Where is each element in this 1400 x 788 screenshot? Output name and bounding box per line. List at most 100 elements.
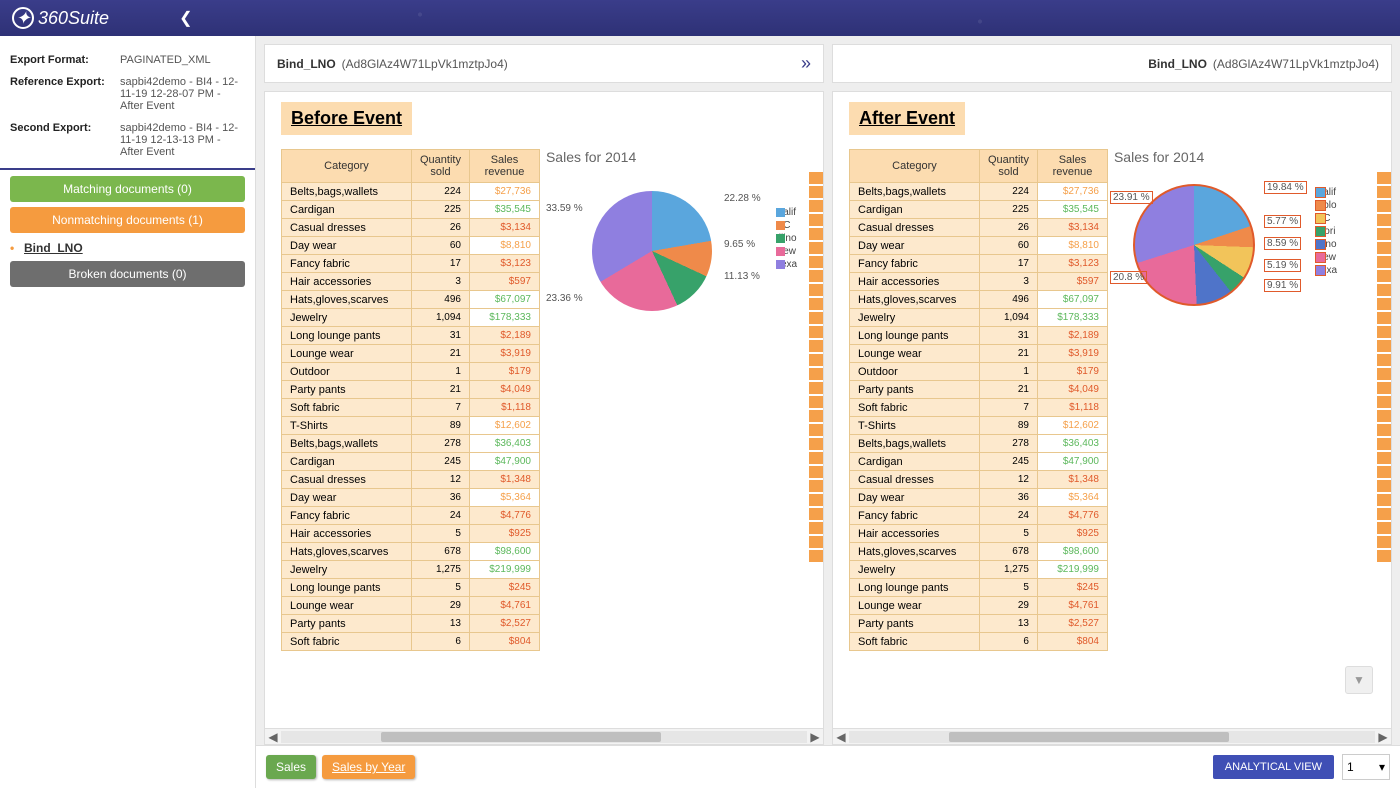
- scroll-left-icon[interactable]: ◀: [265, 730, 281, 744]
- cell-category: Soft fabric: [850, 399, 980, 417]
- diff-tick[interactable]: [809, 382, 823, 394]
- analytical-view-button[interactable]: ANALYTICAL VIEW: [1213, 755, 1334, 779]
- after-hscroll[interactable]: ◀ ▶: [833, 728, 1391, 744]
- cell-revenue: $35,545: [1037, 201, 1107, 219]
- diff-tick[interactable]: [809, 242, 823, 254]
- main: Bind_LNO (Ad8GlAz4W71LpVk1mztpJo4) » Bin…: [256, 36, 1400, 788]
- diff-tick[interactable]: [1377, 214, 1391, 226]
- diff-tick[interactable]: [809, 396, 823, 408]
- cell-revenue: $98,600: [1037, 543, 1107, 561]
- diff-tick[interactable]: [1377, 326, 1391, 338]
- diff-tick[interactable]: [1377, 200, 1391, 212]
- diff-tick[interactable]: [809, 200, 823, 212]
- scroll-right-icon[interactable]: ▶: [807, 730, 823, 744]
- table-row: Lounge wear 29 $4,761: [282, 597, 540, 615]
- diff-tick[interactable]: [1377, 452, 1391, 464]
- scroll-left-icon[interactable]: ◀: [833, 730, 849, 744]
- diff-tick[interactable]: [1377, 228, 1391, 240]
- diff-tick[interactable]: [1377, 494, 1391, 506]
- pie-label: 33.59 %: [546, 203, 583, 214]
- diff-tick[interactable]: [809, 312, 823, 324]
- diff-tick[interactable]: [809, 228, 823, 240]
- legend-item: DC: [776, 220, 797, 231]
- diff-tick[interactable]: [1377, 354, 1391, 366]
- diff-tick[interactable]: [809, 508, 823, 520]
- cell-category: Fancy fabric: [850, 255, 980, 273]
- cell-revenue: $219,999: [1037, 561, 1107, 579]
- brand-text: 360Suite: [38, 8, 109, 29]
- diff-tick[interactable]: [1377, 186, 1391, 198]
- diff-tick[interactable]: [809, 214, 823, 226]
- diff-tick[interactable]: [1377, 536, 1391, 548]
- diff-tick[interactable]: [1377, 550, 1391, 562]
- scroll-thumb[interactable]: [381, 732, 661, 742]
- diff-tick[interactable]: [809, 354, 823, 366]
- breadcrumb-right[interactable]: Bind_LNO (Ad8GlAz4W71LpVk1mztpJo4): [832, 44, 1392, 83]
- scroll-thumb[interactable]: [949, 732, 1229, 742]
- diff-tick[interactable]: [1377, 340, 1391, 352]
- table-row: Jewelry 1,094 $178,333: [850, 309, 1108, 327]
- diff-tick[interactable]: [809, 522, 823, 534]
- diff-tick[interactable]: [809, 326, 823, 338]
- diff-tick[interactable]: [809, 186, 823, 198]
- scroll-down-fab[interactable]: ▼: [1345, 666, 1373, 694]
- diff-tick[interactable]: [1377, 508, 1391, 520]
- back-icon[interactable]: ❮: [179, 8, 192, 28]
- diff-tick[interactable]: [809, 284, 823, 296]
- diff-tick[interactable]: [1377, 466, 1391, 478]
- diff-tick[interactable]: [1377, 368, 1391, 380]
- diff-tick[interactable]: [809, 172, 823, 184]
- diff-tick[interactable]: [809, 494, 823, 506]
- tab-sales[interactable]: Sales: [266, 755, 316, 779]
- breadcrumb-left-name: Bind_LNO: [277, 57, 336, 71]
- diff-tick[interactable]: [1377, 256, 1391, 268]
- diff-tick[interactable]: [1377, 396, 1391, 408]
- diff-tick[interactable]: [809, 270, 823, 282]
- table-row: Cardigan 245 $47,900: [850, 453, 1108, 471]
- diff-tick[interactable]: [1377, 242, 1391, 254]
- legend-item: Illino: [776, 233, 797, 244]
- breadcrumb-left[interactable]: Bind_LNO (Ad8GlAz4W71LpVk1mztpJo4) »: [264, 44, 824, 83]
- diff-tick[interactable]: [1377, 522, 1391, 534]
- diff-tick[interactable]: [1377, 270, 1391, 282]
- diff-tick[interactable]: [1377, 424, 1391, 436]
- pie-label: 5.77 %: [1264, 215, 1301, 228]
- diff-tick[interactable]: [1377, 312, 1391, 324]
- diff-tick[interactable]: [809, 536, 823, 548]
- diff-tick[interactable]: [809, 466, 823, 478]
- cell-category: Casual dresses: [282, 471, 412, 489]
- diff-tick[interactable]: [809, 340, 823, 352]
- nonmatching-documents-pill[interactable]: Nonmatching documents (1): [10, 207, 245, 233]
- diff-tick[interactable]: [1377, 382, 1391, 394]
- diff-tick[interactable]: [809, 480, 823, 492]
- diff-tick[interactable]: [1377, 298, 1391, 310]
- document-link-bind-lno[interactable]: Bind_LNO: [24, 241, 245, 255]
- pie-label: 5.19 %: [1264, 259, 1301, 272]
- cell-revenue: $98,600: [469, 543, 539, 561]
- scroll-right-icon[interactable]: ▶: [1375, 730, 1391, 744]
- before-hscroll[interactable]: ◀ ▶: [265, 728, 823, 744]
- diff-tick[interactable]: [809, 368, 823, 380]
- broken-documents-pill[interactable]: Broken documents (0): [10, 261, 245, 287]
- diff-tick[interactable]: [1377, 410, 1391, 422]
- diff-tick[interactable]: [809, 298, 823, 310]
- diff-tick[interactable]: [809, 410, 823, 422]
- chevron-down-icon[interactable]: »: [801, 53, 811, 74]
- diff-tick[interactable]: [1377, 480, 1391, 492]
- diff-tick[interactable]: [1377, 172, 1391, 184]
- matching-documents-pill[interactable]: Matching documents (0): [10, 176, 245, 202]
- cell-revenue: $35,545: [469, 201, 539, 219]
- tab-sales-by-year[interactable]: Sales by Year: [322, 755, 415, 779]
- cell-revenue: $3,134: [1037, 219, 1107, 237]
- diff-tick[interactable]: [809, 550, 823, 562]
- breadcrumb-right-name: Bind_LNO: [1148, 57, 1207, 71]
- diff-tick[interactable]: [809, 424, 823, 436]
- diff-tick[interactable]: [809, 452, 823, 464]
- diff-tick[interactable]: [809, 256, 823, 268]
- cell-category: Soft fabric: [282, 633, 412, 651]
- diff-tick[interactable]: [1377, 438, 1391, 450]
- diff-tick[interactable]: [809, 438, 823, 450]
- cell-revenue: $3,134: [469, 219, 539, 237]
- diff-tick[interactable]: [1377, 284, 1391, 296]
- page-select[interactable]: 1 ▾: [1342, 754, 1390, 780]
